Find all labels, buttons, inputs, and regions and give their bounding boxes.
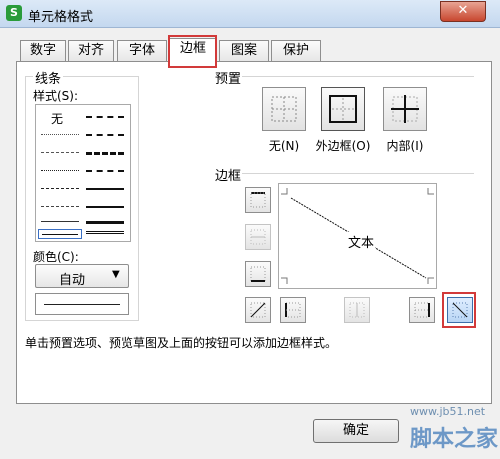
line-style-option[interactable] [86, 152, 124, 155]
border-left-icon [285, 302, 301, 318]
border-top-icon [250, 192, 266, 208]
border-right-button[interactable] [409, 297, 435, 323]
tab-border[interactable]: 边框 [169, 38, 217, 62]
selected-line-style[interactable] [38, 229, 82, 239]
line-style-option[interactable] [41, 152, 79, 153]
line-style-option[interactable] [41, 188, 79, 189]
border-bottom-button[interactable] [245, 261, 271, 287]
line-style-option[interactable] [86, 170, 124, 172]
preview-text: 文本 [347, 232, 376, 251]
tab-pattern[interactable]: 图案 [219, 40, 269, 61]
preset-outline-label: 外边框(O) [315, 139, 371, 153]
tab-font[interactable]: 字体 [117, 40, 167, 61]
presets-divider [242, 76, 474, 77]
border-divider [242, 173, 474, 174]
line-style-option[interactable] [86, 134, 124, 136]
line-style-option[interactable] [86, 206, 124, 208]
color-value: 自动 [58, 273, 85, 288]
border-preview[interactable]: 文本 [278, 183, 437, 289]
line-style-option[interactable] [41, 134, 79, 135]
border-diagonal-down-button[interactable] [447, 297, 473, 323]
border-left-button[interactable] [280, 297, 306, 323]
border-inner-horizontal-icon [250, 229, 266, 245]
color-dropdown[interactable]: 自动 ▼ [35, 264, 129, 288]
ok-button[interactable]: 确定 [313, 419, 399, 443]
style-label: 样式(S): [33, 89, 79, 103]
line-style-option[interactable] [41, 206, 79, 207]
preset-none-label: 无(N) [268, 139, 300, 153]
preset-inside-label: 内部(I) [386, 139, 424, 153]
tab-protection[interactable]: 保护 [271, 40, 321, 61]
diagonal-up-icon [250, 302, 266, 318]
border-inner-vertical-icon [349, 302, 365, 318]
preset-inside-icon [391, 95, 419, 123]
line-style-option[interactable] [86, 116, 124, 118]
app-icon: S [6, 5, 22, 21]
tab-alignment[interactable]: 对齐 [68, 40, 114, 61]
line-style-option[interactable] [86, 221, 124, 224]
line-style-option[interactable] [86, 188, 124, 190]
color-label: 颜色(C): [33, 250, 79, 264]
chevron-down-icon: ▼ [112, 269, 120, 280]
line-style-option[interactable] [86, 231, 124, 234]
window-title: 单元格格式 [28, 10, 94, 25]
close-button[interactable]: ✕ [440, 1, 486, 22]
border-diagonal-up-button[interactable] [245, 297, 271, 323]
line-style-option[interactable] [41, 170, 79, 171]
preset-outline-button[interactable] [321, 87, 365, 131]
preset-none-icon [271, 96, 297, 122]
border-top-button[interactable] [245, 187, 271, 213]
line-style-option[interactable] [41, 221, 79, 222]
line-style-list[interactable]: 无 [35, 104, 131, 242]
line-preview [35, 293, 129, 315]
line-style-none[interactable]: 无 [51, 110, 63, 127]
preset-none-button[interactable] [262, 87, 306, 131]
preset-outline-icon [329, 95, 357, 123]
border-group-label: 边框 [213, 165, 244, 184]
border-bottom-icon [250, 266, 266, 282]
presets-group-label: 预置 [213, 68, 244, 87]
diagonal-down-icon [452, 302, 468, 318]
preset-inside-button[interactable] [383, 87, 427, 131]
watermark-logo: 脚本之家 [410, 427, 499, 452]
border-inner-horizontal-button[interactable] [245, 224, 271, 250]
lines-group-label: 线条 [33, 68, 64, 87]
tab-number[interactable]: 数字 [20, 40, 66, 61]
border-right-icon [414, 302, 430, 318]
watermark-url: www.jb51.net [410, 405, 486, 418]
hint-text: 单击预置选项、预览草图及上面的按钮可以添加边框样式。 [25, 336, 338, 350]
border-inner-vertical-button[interactable] [344, 297, 370, 323]
